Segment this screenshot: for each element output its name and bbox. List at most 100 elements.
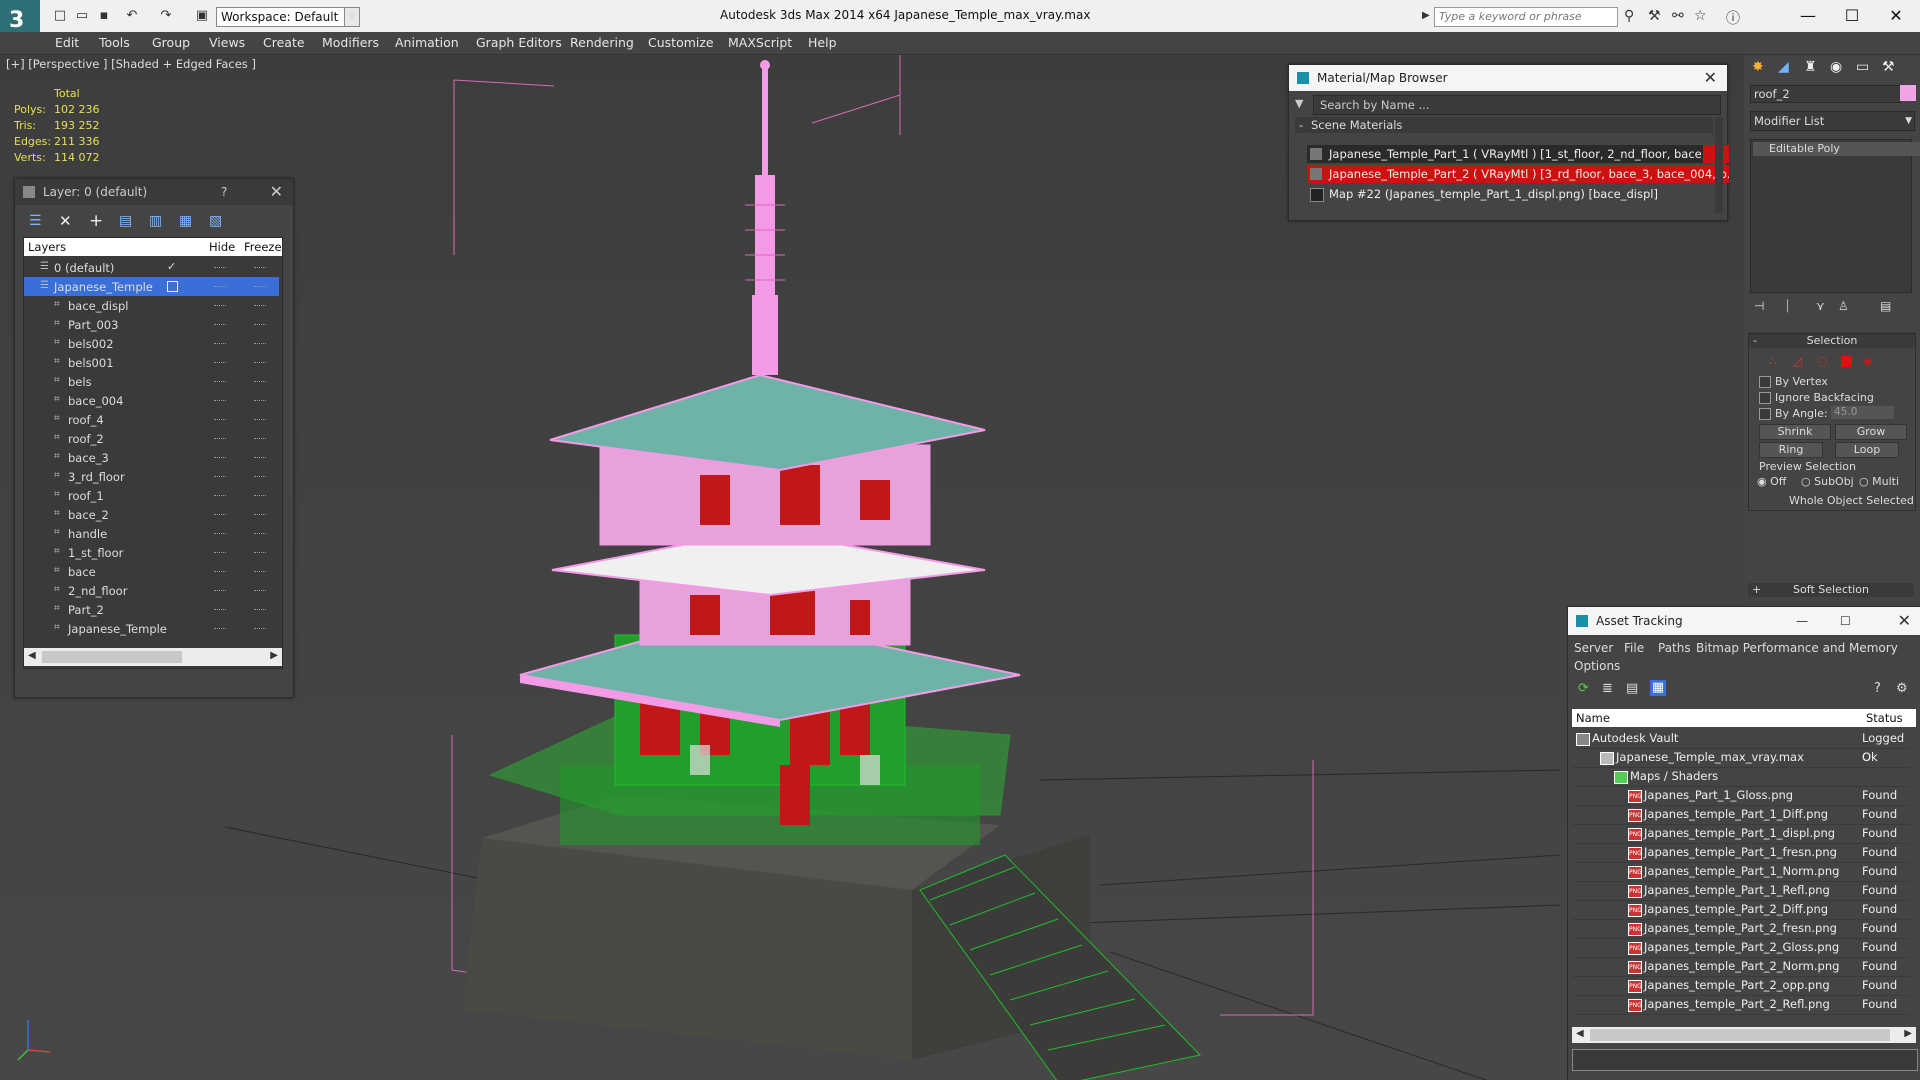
binoculars-icon[interactable]: ⚲ — [1624, 8, 1634, 24]
hide-toggle[interactable] — [214, 438, 226, 439]
menu-maxscript[interactable]: MAXScript — [728, 35, 792, 50]
new-layer-icon[interactable]: ☰ — [29, 213, 42, 229]
asset-tracking-header[interactable]: Asset Tracking — ☐ ✕ — [1568, 607, 1920, 635]
layer-row[interactable]: ⌗ Part_003 — [24, 315, 279, 334]
asset-row[interactable]: PNG Japanes_temple_Part_1_fresn.png Found — [1572, 843, 1910, 863]
horizontal-scrollbar[interactable]: ◀ ▶ — [1572, 1027, 1916, 1043]
set-current-layer-icon[interactable] — [167, 281, 178, 292]
pin-stack-icon[interactable]: ⊣ — [1754, 299, 1764, 313]
hide-toggle[interactable] — [214, 343, 226, 344]
polygon-icon[interactable] — [1841, 356, 1852, 367]
ring-button[interactable]: Ring — [1759, 442, 1823, 458]
menu-customize[interactable]: Customize — [648, 35, 714, 50]
help-button[interactable]: ? — [221, 179, 227, 205]
add-to-layer-icon[interactable]: + — [89, 211, 103, 231]
new-file-icon[interactable]: □ — [52, 8, 68, 24]
freeze-toggle[interactable] — [254, 495, 266, 496]
close-button[interactable]: ✕ — [1876, 4, 1916, 28]
freeze-all-icon[interactable]: ▧ — [209, 213, 222, 229]
collapse-icon[interactable]: - — [1299, 117, 1303, 133]
asset-row[interactable]: PNG Japanes_temple_Part_1_Refl.png Found — [1572, 881, 1910, 901]
hide-toggle[interactable] — [214, 533, 226, 534]
layer-row[interactable]: ⌗ Japanese_Temple — [24, 619, 279, 638]
asset-row[interactable]: PNG Japanes_temple_Part_1_Diff.png Found — [1572, 805, 1910, 825]
display-tab-icon[interactable]: ▭ — [1856, 59, 1869, 75]
material-search-input[interactable]: Search by Name ... — [1313, 95, 1721, 115]
refresh-icon[interactable]: ⟳ — [1578, 681, 1589, 696]
show-end-result-icon[interactable]: ⏐ — [1784, 299, 1791, 314]
freeze-toggle[interactable] — [254, 457, 266, 458]
layer-row[interactable]: ⌗ bace_004 — [24, 391, 279, 410]
modifier-list-dropdown[interactable]: Modifier List ▼ — [1750, 111, 1915, 131]
freeze-toggle[interactable] — [254, 590, 266, 591]
element-icon[interactable]: ◈ — [1863, 354, 1872, 368]
settings-gear-icon[interactable]: ⚙ — [1896, 681, 1908, 696]
menu-options[interactable]: Options — [1574, 659, 1620, 673]
layer-row[interactable]: ⌗ 1_st_floor — [24, 543, 279, 562]
hide-toggle[interactable] — [214, 419, 226, 420]
freeze-toggle[interactable] — [254, 324, 266, 325]
menu-rendering[interactable]: Rendering — [570, 35, 634, 50]
loop-button[interactable]: Loop — [1835, 442, 1899, 458]
tools-icon[interactable]: ⚒ — [1648, 8, 1661, 24]
asset-row[interactable]: PNG Japanes_temple_Part_2_opp.png Found — [1572, 976, 1910, 996]
project-folder-icon[interactable]: ▣ — [194, 8, 210, 24]
freeze-toggle[interactable] — [254, 400, 266, 401]
menu-create[interactable]: Create — [263, 35, 305, 50]
hide-toggle[interactable] — [214, 400, 226, 401]
layer-row[interactable]: ⌗ 2_nd_floor — [24, 581, 279, 600]
menu-group[interactable]: Group — [152, 35, 190, 50]
edge-icon[interactable]: ◿ — [1793, 354, 1802, 368]
layer-row[interactable]: ☰ 0 (default) ✓ — [24, 258, 279, 277]
col-status[interactable]: Status — [1866, 709, 1903, 727]
by-vertex-checkbox[interactable] — [1759, 376, 1771, 388]
menu-paths[interactable]: Paths — [1658, 641, 1691, 655]
hide-toggle[interactable] — [214, 457, 226, 458]
freeze-toggle[interactable] — [254, 419, 266, 420]
expand-icon[interactable]: + — [1752, 583, 1761, 597]
angle-spinner[interactable]: 45.0 — [1831, 406, 1894, 419]
freeze-toggle[interactable] — [254, 362, 266, 363]
hide-toggle[interactable] — [214, 267, 226, 268]
object-color-swatch[interactable] — [1900, 85, 1916, 101]
close-icon[interactable]: ✕ — [1898, 607, 1911, 635]
freeze-toggle[interactable] — [254, 305, 266, 306]
soft-selection-rollout[interactable]: + Soft Selection — [1748, 583, 1914, 597]
menu-views[interactable]: Views — [209, 35, 245, 50]
layer-row[interactable]: ⌗ bels — [24, 372, 279, 391]
minimize-button[interactable]: — — [1796, 607, 1808, 635]
make-unique-icon[interactable]: ⋎ — [1816, 299, 1825, 313]
help-icon[interactable]: ⓘ — [1726, 8, 1740, 28]
border-icon[interactable]: ◌ — [1817, 354, 1827, 368]
redo-icon[interactable]: ↷ — [158, 8, 174, 24]
maximize-button[interactable]: ☐ — [1832, 4, 1872, 28]
collapse-icon[interactable]: - — [1753, 334, 1757, 348]
vertex-icon[interactable]: ∴ — [1769, 354, 1777, 368]
freeze-toggle[interactable] — [254, 533, 266, 534]
favorites-star-icon[interactable]: ☆ — [1694, 8, 1707, 24]
asset-row[interactable]: Japanese_Temple_max_vray.max Ok — [1572, 748, 1910, 768]
freeze-toggle[interactable] — [254, 514, 266, 515]
layer-row[interactable]: ⌗ Part_2 — [24, 600, 279, 619]
list-view-icon[interactable]: ≣ — [1602, 681, 1613, 696]
freeze-toggle[interactable] — [254, 476, 266, 477]
hide-toggle[interactable] — [214, 495, 226, 496]
minimize-button[interactable]: — — [1788, 4, 1828, 28]
workspace-dropdown[interactable]: Workspace: Default — [216, 7, 352, 27]
chevron-down-icon[interactable]: ▼ — [344, 7, 360, 27]
hide-all-icon[interactable]: ▦ — [179, 213, 192, 229]
hide-toggle[interactable] — [214, 362, 226, 363]
expand-arrow-icon[interactable]: ▶ — [1422, 10, 1430, 21]
layer-row[interactable]: ⌗ bels001 — [24, 353, 279, 372]
layer-row[interactable]: ⌗ roof_4 — [24, 410, 279, 429]
utilities-tab-icon[interactable]: ⚒ — [1882, 59, 1895, 75]
col-freeze[interactable]: Freeze — [244, 238, 282, 256]
freeze-toggle[interactable] — [254, 267, 266, 268]
delete-layer-icon[interactable]: ✕ — [59, 212, 72, 230]
menu-graph-editors[interactable]: Graph Editors — [476, 35, 562, 50]
asset-row[interactable]: PNG Japanes_temple_Part_2_Refl.png Found — [1572, 995, 1910, 1015]
viewport-label[interactable]: [+] [Perspective ] [Shaded + Edged Faces… — [6, 57, 256, 71]
preview-off-radio[interactable]: ◉ Off — [1757, 475, 1786, 488]
freeze-toggle[interactable] — [254, 286, 266, 287]
hide-toggle[interactable] — [214, 590, 226, 591]
